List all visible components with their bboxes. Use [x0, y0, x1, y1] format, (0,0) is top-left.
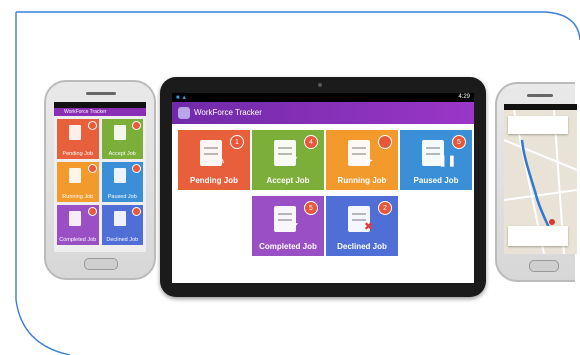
tablet: ■ ▲ 4:29 WorkForce Tracker ✎ 1 Pending J…: [160, 77, 486, 297]
tile-declined-job[interactable]: ✖ 2 Declined Job: [326, 196, 398, 256]
home-button: [84, 258, 118, 270]
tile-label: Running Job: [337, 176, 387, 185]
app-title: WorkForce Tracker: [64, 109, 107, 115]
check-circle-icon: ✓: [290, 155, 300, 167]
badge: [87, 164, 97, 173]
document-icon: [69, 125, 81, 140]
tile-label: Pending Job: [62, 151, 94, 157]
mini-tile-accept[interactable]: Accept Job: [101, 119, 143, 159]
tile-accept-job[interactable]: ✓ 4 Accept Job: [252, 130, 324, 190]
count-badge: 1: [230, 135, 244, 149]
document-icon: [69, 168, 81, 183]
count-badge: 2: [378, 201, 392, 215]
right-phone-screen: [504, 104, 577, 254]
tile-label: Pending Job: [190, 176, 238, 185]
tile-pending-job[interactable]: ✎ 1 Pending Job: [178, 130, 250, 190]
map-pin-icon: [549, 219, 555, 225]
tile-label: Completed Job: [59, 237, 97, 243]
left-phone: WorkForce Tracker Pending Job Accept Job…: [44, 80, 156, 280]
home-button: [529, 260, 559, 272]
count-badge: [378, 135, 392, 149]
count-badge: 5: [452, 135, 466, 149]
document-icon: [69, 211, 81, 226]
app-bar: WorkForce Tracker: [54, 108, 146, 116]
mini-tile-paused[interactable]: Paused Job: [101, 162, 143, 202]
status-icons: ■ ▲: [176, 95, 188, 101]
tile-label: Running Job: [62, 194, 94, 200]
document-icon: [113, 125, 126, 140]
camera: [318, 83, 322, 87]
tile-completed-job[interactable]: ✔ 5 Completed Job: [252, 196, 324, 256]
mini-tile-completed[interactable]: Completed Job: [57, 205, 99, 245]
mini-job-grid: Pending Job Accept Job Running Job Pause…: [54, 116, 146, 248]
close-icon: ✖: [364, 221, 374, 233]
app-title: WorkForce Tracker: [194, 108, 262, 117]
mini-tile-declined[interactable]: Declined Job: [101, 205, 143, 245]
count-badge: 4: [304, 135, 318, 149]
mini-tile-running[interactable]: Running Job: [57, 162, 99, 202]
app-logo-icon: [178, 107, 190, 119]
count-badge: 5: [304, 201, 318, 215]
tile-label: Declined Job: [106, 237, 139, 243]
tile-label: Completed Job: [259, 242, 317, 251]
tile-label: Accept Job: [108, 151, 136, 157]
status-bar: ■ ▲ 4:29: [172, 93, 474, 102]
tile-label: Declined Job: [337, 242, 387, 251]
tile-label: Paused Job: [413, 176, 459, 185]
tile-label: Accept Job: [266, 176, 310, 185]
phone-speaker: [527, 94, 553, 97]
app-bar: WorkForce Tracker: [172, 102, 474, 124]
badge: [132, 207, 141, 216]
phone-speaker: [86, 92, 116, 95]
runner-icon: ➤: [364, 155, 374, 167]
mini-tile-pending[interactable]: Pending Job: [57, 119, 99, 159]
left-phone-screen: WorkForce Tracker Pending Job Accept Job…: [54, 102, 146, 252]
right-phone: [495, 82, 577, 282]
document-icon: [113, 211, 126, 226]
badge: [87, 207, 97, 216]
tablet-screen: ■ ▲ 4:29 WorkForce Tracker ✎ 1 Pending J…: [172, 93, 474, 283]
pen-icon: ✎: [216, 155, 226, 167]
pause-icon: ❚❚: [438, 155, 457, 167]
checkmark-icon: ✔: [290, 221, 300, 233]
badge: [132, 164, 141, 173]
status-time: 4:29: [458, 94, 470, 100]
job-grid: ✎ 1 Pending Job ✓ 4 Accept Job ➤ Running…: [172, 124, 474, 283]
route-search-card[interactable]: [508, 116, 568, 134]
document-icon: [113, 168, 126, 183]
tile-running-job[interactable]: ➤ Running Job: [326, 130, 398, 190]
route-info-card[interactable]: [508, 226, 568, 246]
badge: [87, 121, 97, 130]
tile-label: Paused Job: [107, 194, 137, 200]
badge: [132, 121, 141, 130]
tile-paused-job[interactable]: ❚❚ 5 Paused Job: [400, 130, 472, 190]
